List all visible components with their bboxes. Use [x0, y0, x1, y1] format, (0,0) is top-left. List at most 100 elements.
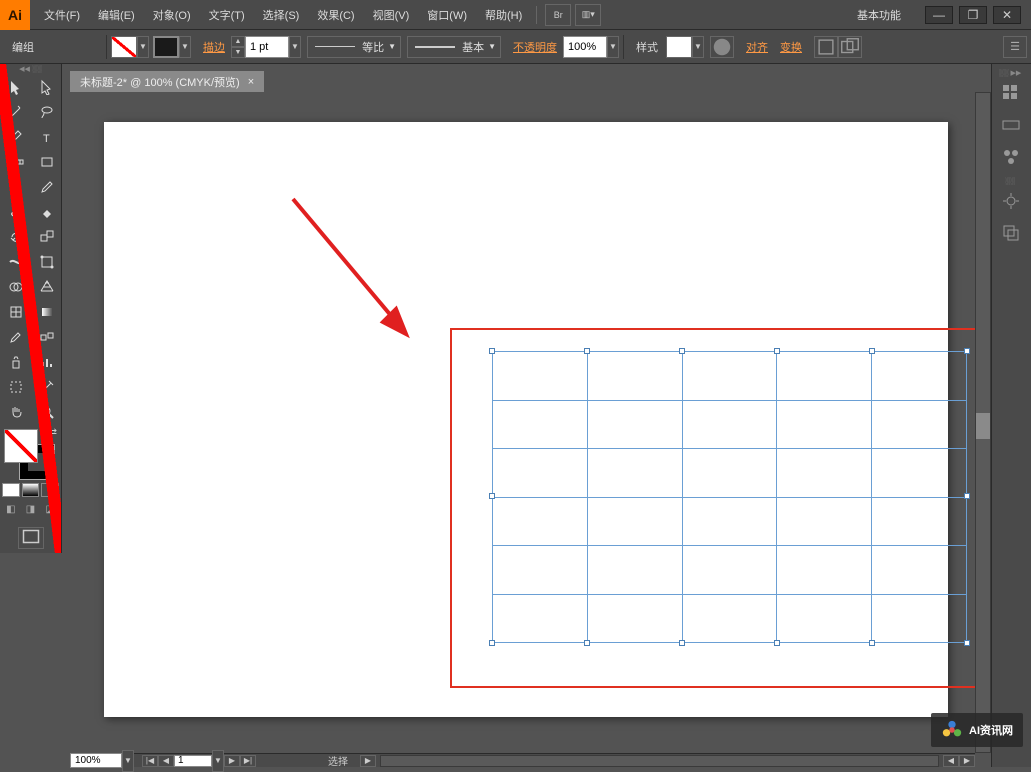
recolor-button[interactable] [710, 36, 734, 58]
canvas-area[interactable] [70, 92, 975, 753]
selection-handle[interactable] [869, 348, 875, 354]
nav-next[interactable]: ▶ [224, 755, 240, 767]
brush-label: 基本 [462, 39, 484, 55]
nav-prev[interactable]: ◀ [158, 755, 174, 767]
artboard-nav-input[interactable] [174, 755, 212, 767]
isolate-button[interactable] [814, 36, 838, 58]
vertical-scroll-thumb[interactable] [976, 413, 990, 439]
selection-handle[interactable] [679, 640, 685, 646]
right-panel-dock: ░░ ▶▶ ░░ [991, 64, 1031, 767]
sun-icon [1001, 191, 1021, 211]
watermark: AI资讯网 [931, 713, 1023, 747]
fill-dropdown[interactable]: ▼ [137, 36, 149, 58]
artboard-dropdown[interactable]: ▼ [212, 750, 224, 772]
stroke-link[interactable]: 描边 [197, 39, 231, 55]
document-tab[interactable]: 未标题-2* @ 100% (CMYK/预览) × [70, 71, 264, 93]
none-mode[interactable] [41, 483, 59, 497]
status-toggle[interactable]: ▶ [360, 755, 376, 767]
horizontal-scrollbar[interactable] [380, 755, 939, 767]
panel-btn-color[interactable] [992, 78, 1030, 108]
workspace-switcher[interactable]: 基本功能 [843, 3, 915, 27]
selection-handle[interactable] [489, 640, 495, 646]
close-button[interactable]: ✕ [993, 6, 1021, 24]
selection-handle[interactable] [584, 348, 590, 354]
edit-clip-button[interactable] [838, 36, 862, 58]
menu-type[interactable]: 文字(T) [201, 3, 253, 27]
panel-btn-appearance[interactable] [992, 186, 1030, 216]
control-bar: 编组 ▼ ▼ 描边 ▲▼ ▼ 等比 ▼ 基本 ▼ 不透明度 ▼ 样式 ▼ 对齐 … [0, 30, 1031, 64]
control-overflow[interactable]: ☰ [1003, 36, 1027, 58]
selection-handle[interactable] [774, 640, 780, 646]
selection-handle[interactable] [964, 640, 970, 646]
hscroll-left[interactable]: ◀ [943, 755, 959, 767]
menu-window[interactable]: 窗口(W) [419, 3, 475, 27]
watermark-icon [941, 719, 963, 741]
tab-close-icon[interactable]: × [248, 76, 254, 88]
bridge-button[interactable]: Br [545, 4, 571, 26]
grid-object[interactable] [492, 351, 967, 643]
menu-edit[interactable]: 编辑(E) [90, 3, 143, 27]
arrange-docs-button[interactable]: ▥▾ [575, 4, 601, 26]
menu-view[interactable]: 视图(V) [365, 3, 418, 27]
grid-table [492, 351, 967, 643]
selection-handle[interactable] [489, 348, 495, 354]
opacity-link[interactable]: 不透明度 [507, 39, 563, 55]
zoom-dropdown[interactable]: ▼ [122, 750, 134, 772]
menu-bar: Ai 文件(F) 编辑(E) 对象(O) 文字(T) 选择(S) 效果(C) 视… [0, 0, 1031, 30]
opacity-input[interactable] [563, 36, 607, 58]
stroke-weight-spinner[interactable]: ▲▼ [231, 36, 245, 58]
align-link[interactable]: 对齐 [740, 39, 774, 55]
panel-btn-brushes[interactable] [992, 142, 1030, 172]
document-tab-bar: 未标题-2* @ 100% (CMYK/预览) × [70, 72, 975, 92]
stroke-dropdown[interactable]: ▼ [179, 36, 191, 58]
recolor-icon [711, 36, 733, 58]
document-tab-title: 未标题-2* @ 100% (CMYK/预览) [80, 74, 240, 90]
menu-file[interactable]: 文件(F) [36, 3, 88, 27]
isolate-icon [815, 36, 837, 58]
selection-handle[interactable] [964, 493, 970, 499]
selection-handle[interactable] [489, 493, 495, 499]
nav-first[interactable]: |◀ [142, 755, 158, 767]
stroke-swatch[interactable] [153, 36, 179, 58]
color-mode-row [0, 481, 61, 499]
menu-select[interactable]: 选择(S) [255, 3, 308, 27]
brush-icon [1001, 147, 1021, 167]
minimize-button[interactable]: — [925, 6, 953, 24]
transform-link[interactable]: 变换 [774, 39, 808, 55]
watermark-text: AI资讯网 [969, 722, 1013, 738]
palette-icon [1001, 115, 1021, 135]
profile-label: 等比 [362, 39, 384, 55]
selection-handle[interactable] [679, 348, 685, 354]
zoom-input[interactable] [70, 753, 122, 768]
menu-object[interactable]: 对象(O) [145, 3, 199, 27]
hscroll-right[interactable]: ▶ [959, 755, 975, 767]
panel-btn-layers[interactable] [992, 218, 1030, 248]
nav-last[interactable]: ▶| [240, 755, 256, 767]
selection-mode-label: 编组 [4, 39, 42, 55]
app-logo: Ai [0, 0, 30, 30]
style-label: 样式 [628, 39, 666, 55]
selection-handle[interactable] [584, 640, 590, 646]
workspace-label: 基本功能 [857, 7, 901, 23]
variable-width-profile[interactable]: 等比 ▼ [307, 36, 401, 58]
selection-handle[interactable] [869, 640, 875, 646]
stroke-weight-dropdown[interactable]: ▼ [289, 36, 301, 58]
opacity-dropdown[interactable]: ▼ [607, 36, 619, 58]
panel-handle[interactable]: ░░ ▶▶ [992, 70, 1028, 76]
menu-effect[interactable]: 效果(C) [309, 3, 362, 27]
selection-handle[interactable] [964, 348, 970, 354]
menu-help[interactable]: 帮助(H) [477, 3, 530, 27]
panel-btn-swatches[interactable] [992, 110, 1030, 140]
maximize-button[interactable]: ❐ [959, 6, 987, 24]
stroke-weight-input[interactable] [245, 36, 289, 58]
brush-definition[interactable]: 基本 ▼ [407, 36, 501, 58]
grid-icon [1001, 83, 1021, 103]
selection-handle[interactable] [774, 348, 780, 354]
window-controls: — ❐ ✕ [925, 6, 1021, 24]
fill-swatch[interactable] [111, 36, 137, 58]
vertical-scrollbar[interactable] [975, 92, 991, 753]
graphic-style-dropdown[interactable]: ▼ [692, 36, 704, 58]
graphic-style-swatch[interactable] [666, 36, 692, 58]
layers-icon [1001, 223, 1021, 243]
tools-panel: ◀◀ ░░ T ⇄ [0, 64, 62, 553]
